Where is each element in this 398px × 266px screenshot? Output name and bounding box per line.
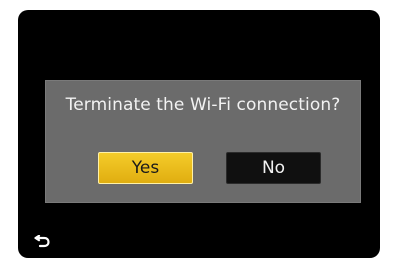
dialog-message: Terminate the Wi-Fi connection? xyxy=(65,95,341,115)
return-arrow-icon[interactable] xyxy=(32,234,52,250)
confirmation-dialog: Terminate the Wi-Fi connection? Yes No xyxy=(45,80,361,203)
camera-screen: Terminate the Wi-Fi connection? Yes No xyxy=(18,10,380,258)
yes-button[interactable]: Yes xyxy=(98,152,193,184)
no-button[interactable]: No xyxy=(226,152,321,184)
